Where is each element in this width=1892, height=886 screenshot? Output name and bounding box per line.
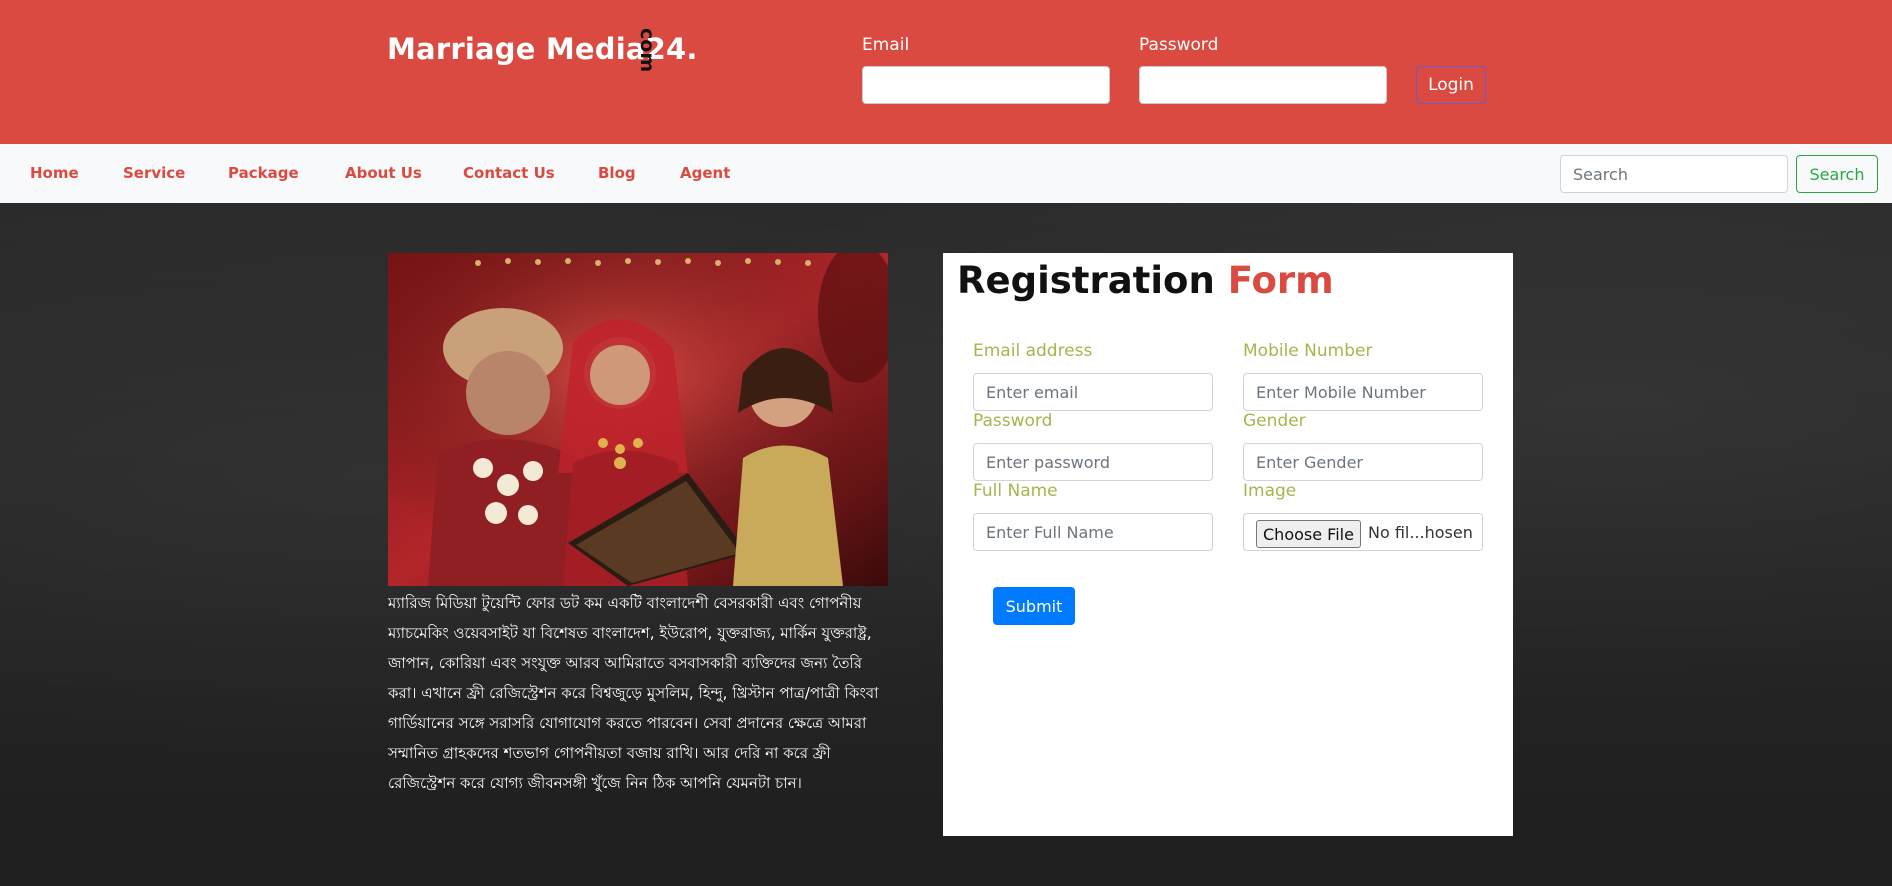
- registration-title-accent: Form: [1227, 259, 1334, 302]
- nav-contact-us[interactable]: Contact Us: [463, 164, 555, 182]
- image-file-input[interactable]: Choose File No fil...hosen: [1243, 513, 1483, 551]
- password-field[interactable]: [973, 443, 1213, 481]
- mobile-label: Mobile Number: [1243, 341, 1373, 361]
- email-label: Email address: [973, 341, 1093, 361]
- fullname-field[interactable]: [973, 513, 1213, 551]
- site-logo-suffix: com: [636, 28, 658, 73]
- login-email-label: Email: [862, 35, 910, 55]
- image-label: Image: [1243, 481, 1297, 501]
- nav-agent[interactable]: Agent: [680, 164, 730, 182]
- login-email-input[interactable]: [862, 66, 1110, 104]
- registration-title-main: Registration: [957, 259, 1215, 302]
- registration-title: Registration Form: [957, 259, 1334, 302]
- submit-button[interactable]: Submit: [993, 587, 1075, 625]
- nav-about-us[interactable]: About Us: [345, 164, 422, 182]
- search-button[interactable]: Search: [1796, 155, 1878, 193]
- email-field[interactable]: [973, 373, 1213, 411]
- top-header: Marriage Media24. com Email Password Log…: [0, 0, 1892, 144]
- about-description: ম্যারিজ মিডিয়া টুয়েন্টি ফোর ডট কম একটি…: [388, 594, 879, 792]
- main-navbar: Home Service Package About Us Contact Us…: [0, 144, 1892, 203]
- nav-service[interactable]: Service: [123, 164, 185, 182]
- login-password-input[interactable]: [1139, 66, 1387, 104]
- fullname-label: Full Name: [973, 481, 1058, 501]
- nav-home[interactable]: Home: [30, 164, 79, 182]
- registration-card: Registration Form Email address Mobile N…: [943, 253, 1513, 836]
- wedding-photo: [388, 253, 888, 586]
- login-button[interactable]: Login: [1416, 66, 1486, 104]
- nav-blog[interactable]: Blog: [598, 164, 636, 182]
- nav-package[interactable]: Package: [228, 164, 299, 182]
- search-input[interactable]: [1560, 155, 1788, 193]
- choose-file-button[interactable]: Choose File: [1256, 520, 1361, 548]
- gender-field[interactable]: [1243, 443, 1483, 481]
- gender-label: Gender: [1243, 411, 1306, 431]
- file-status-text: No fil...hosen: [1368, 523, 1473, 542]
- login-password-label: Password: [1139, 35, 1219, 55]
- password-label: Password: [973, 411, 1053, 431]
- mobile-field[interactable]: [1243, 373, 1483, 411]
